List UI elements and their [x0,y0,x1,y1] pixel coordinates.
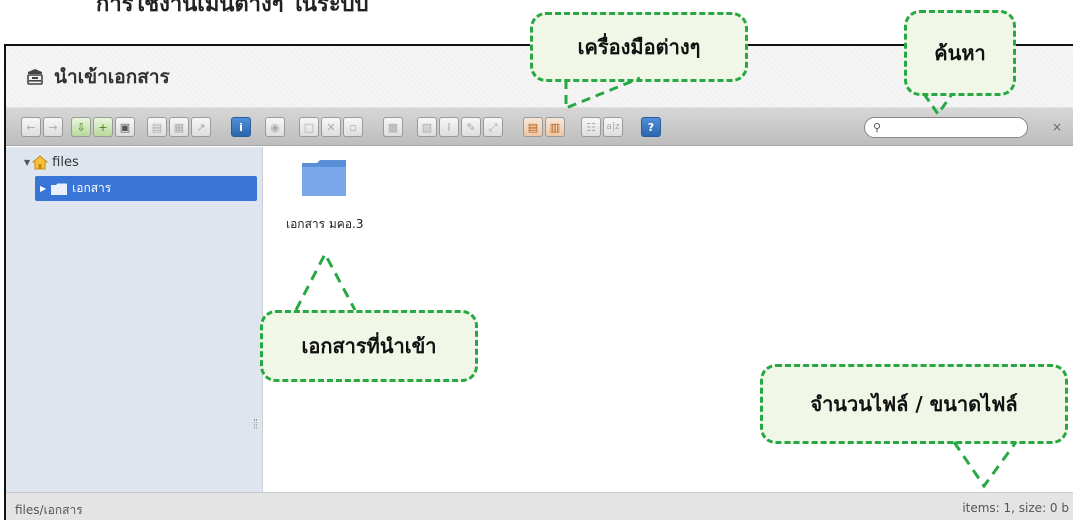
file-name: เอกสาร มคอ.3 [286,217,364,231]
archive-create-icon[interactable]: ▤ [523,117,543,137]
home-icon [32,155,49,170]
toolbar-group-dup: ▩ [382,116,404,138]
panel-resize-handle[interactable] [254,419,257,429]
sort-icon[interactable]: a|z [603,117,623,137]
callout-search: ค้นหา [904,10,1016,96]
status-summary: items: 1, size: 0 b [962,501,1069,515]
edit-icon[interactable]: I [439,117,459,137]
back-icon[interactable]: ← [21,117,41,137]
collapse-arrow-icon[interactable]: ▼ [24,158,30,167]
callout-search-pointer [922,93,954,117]
folder-icon [51,183,68,195]
status-path: files/เอกสาร [15,503,83,517]
paste-icon[interactable]: ▫ [343,117,363,137]
status-bar: files/เอกสาร items: 1, size: 0 b [6,492,1073,520]
toolbar-group-nav: ← → [20,116,64,138]
toolbar-group-info: i [230,116,252,138]
heading-fragment: การใช้งานเมนูต่างๆ ในระบบ [96,0,369,12]
toolbar-group-open: ▤ ▦ ↗ [146,116,212,138]
select-icon[interactable]: ↗ [191,117,211,137]
tree-node-documents[interactable]: ▶ เอกสาร [35,176,257,201]
new-file-icon[interactable]: + [93,117,113,137]
open-icon[interactable]: ▤ [147,117,167,137]
write-icon[interactable]: ✎ [461,117,481,137]
archive-extract-icon[interactable]: ▥ [545,117,565,137]
tree-node-label: เอกสาร [72,181,112,195]
callout-file-count-pointer [952,441,1018,489]
info-icon[interactable]: i [231,117,251,137]
expand-arrow-icon[interactable]: ▶ [40,184,46,193]
tree-root-label: files [52,155,79,170]
callout-file-count: จำนวนไฟล์ / ขนาดไฟล์ [760,364,1068,444]
duplicate-icon[interactable]: ▩ [383,117,403,137]
list-view-icon[interactable]: ☷ [581,117,601,137]
search-clear-icon[interactable]: × [1052,120,1062,134]
window-title: นำเข้าเอกสาร [54,65,170,88]
search-icon: ⚲ [873,121,882,134]
folder-icon [301,159,396,201]
callout-imported: เอกสารที่นำเข้า [260,310,478,382]
tree-root-files[interactable]: ▼ files [24,155,79,170]
file-manager-window: นำเข้าเอกสาร ← → ⇩ + ▣ ▤ ▦ ↗ i ◉ □ ✕ ▫ ▩ [4,44,1073,520]
help-icon[interactable]: ? [641,117,661,137]
save-icon[interactable]: ▣ [115,117,135,137]
upload-icon[interactable]: ⇩ [71,117,91,137]
file-item[interactable]: เอกสาร มคอ.3 [286,159,396,234]
callout-tools-pointer [564,76,641,111]
toolbar-group-view: ◉ [264,116,286,138]
toolbar-group-rename: ▧ I ✎ ⤢ [416,116,504,138]
toolbar-group-edit: □ ✕ ▫ [298,116,364,138]
rename-icon[interactable]: ▧ [417,117,437,137]
callout-tools: เครื่องมือต่างๆ [530,12,748,82]
resize-icon[interactable]: ⤢ [483,117,503,137]
download-icon[interactable]: ▦ [169,117,189,137]
cut-icon[interactable]: ✕ [321,117,341,137]
toolbar-group-file: ⇩ + ▣ [70,116,136,138]
copy-icon[interactable]: □ [299,117,319,137]
archive-icon [26,68,44,86]
forward-icon[interactable]: → [43,117,63,137]
folder-tree: ▼ files ▶ เอกสาร [6,147,263,492]
preview-icon[interactable]: ◉ [265,117,285,137]
toolbar: ← → ⇩ + ▣ ▤ ▦ ↗ i ◉ □ ✕ ▫ ▩ ▧ I ✎ ⤢ ▤ ▥ … [6,108,1073,146]
